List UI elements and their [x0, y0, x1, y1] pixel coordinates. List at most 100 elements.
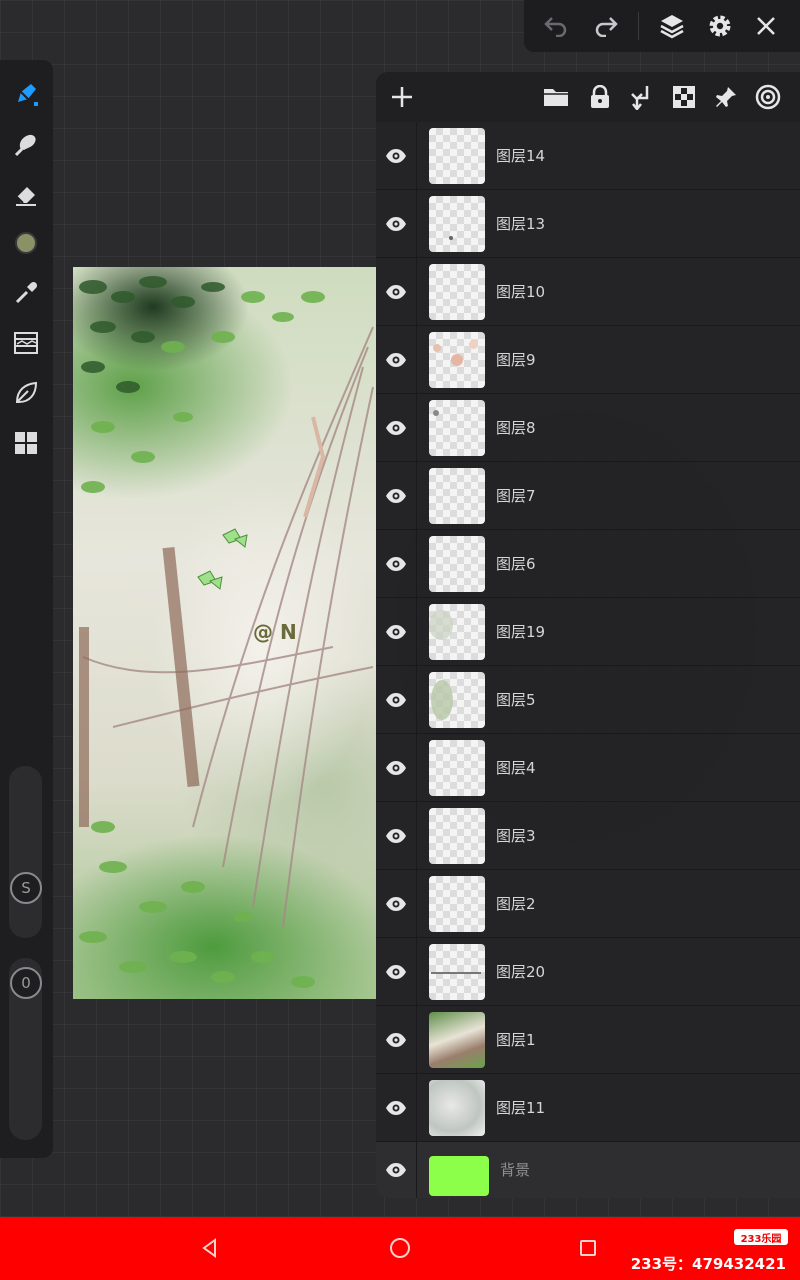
back-button[interactable] [197, 1235, 223, 1261]
gallery-tool[interactable] [6, 423, 46, 463]
background-layer-row[interactable]: 背景 [376, 1142, 800, 1198]
brand-logo: 233乐园 [734, 1229, 788, 1245]
merge-down-button[interactable] [624, 79, 660, 115]
smudge-tool[interactable] [6, 124, 46, 164]
background-color-swatch[interactable] [429, 1156, 489, 1196]
layer-thumbnail[interactable] [429, 808, 485, 864]
leaf-icon [15, 381, 38, 403]
layer-row[interactable]: 图层10 [376, 258, 800, 326]
layer-name: 图层8 [496, 419, 536, 437]
row-divider [416, 734, 417, 802]
merge-down-icon [631, 86, 649, 110]
visibility-toggle[interactable] [376, 802, 416, 870]
brush-size-slider[interactable] [9, 766, 42, 938]
layer-thumbnail[interactable] [429, 400, 485, 456]
layer-thumbnail[interactable] [429, 1012, 485, 1068]
visibility-toggle[interactable] [376, 1142, 416, 1198]
opacity-knob[interactable]: 0 [10, 967, 42, 999]
visibility-toggle[interactable] [376, 734, 416, 802]
eraser-tool[interactable] [6, 174, 46, 214]
visibility-toggle[interactable] [376, 190, 416, 258]
layer-row[interactable]: 图层2 [376, 870, 800, 938]
layer-thumbnail[interactable] [429, 672, 485, 728]
visibility-toggle[interactable] [376, 938, 416, 1006]
visibility-toggle[interactable] [376, 394, 416, 462]
back-icon [202, 1238, 216, 1258]
lock-layer-button[interactable] [582, 79, 618, 115]
folder-button[interactable] [538, 79, 574, 115]
eye-icon [386, 557, 406, 571]
layer-row[interactable]: 图层13 [376, 190, 800, 258]
leaf-tool[interactable] [6, 373, 46, 413]
layer-row[interactable]: 图层20 [376, 938, 800, 1006]
layer-thumbnail[interactable] [429, 604, 485, 660]
layer-thumbnail[interactable] [429, 468, 485, 524]
layer-thumbnail[interactable] [429, 1080, 485, 1136]
row-divider [416, 802, 417, 870]
layer-row[interactable]: 图层9 [376, 326, 800, 394]
layer-row[interactable]: 图层6 [376, 530, 800, 598]
add-layer-button[interactable] [384, 79, 420, 115]
pin-button[interactable] [708, 79, 744, 115]
eye-icon [386, 217, 406, 231]
visibility-toggle[interactable] [376, 870, 416, 938]
eye-icon [386, 625, 406, 639]
top-toolbar [524, 0, 800, 52]
layer-thumbnail[interactable] [429, 264, 485, 320]
layer-row[interactable]: 图层8 [376, 394, 800, 462]
visibility-toggle[interactable] [376, 598, 416, 666]
eyedropper-tool[interactable] [6, 273, 46, 313]
close-button[interactable] [746, 6, 786, 46]
recents-button[interactable] [575, 1235, 601, 1261]
color-picker-button[interactable] [6, 223, 46, 263]
row-divider [416, 1142, 417, 1198]
layer-thumbnail[interactable] [429, 944, 485, 1000]
layer-row[interactable]: 图层7 [376, 462, 800, 530]
visibility-toggle[interactable] [376, 462, 416, 530]
eraser-icon [16, 187, 36, 206]
brush-size-knob[interactable]: S [10, 872, 42, 904]
canvas-artwork[interactable]: @ N [73, 267, 376, 999]
adjust-tool[interactable] [6, 323, 46, 363]
layer-thumbnail[interactable] [429, 876, 485, 932]
visibility-toggle[interactable] [376, 326, 416, 394]
layer-row[interactable]: 图层3 [376, 802, 800, 870]
layer-thumbnail[interactable] [429, 196, 485, 252]
layer-row[interactable]: 图层1 [376, 1006, 800, 1074]
layer-name: 图层19 [496, 623, 546, 641]
layer-name: 图层20 [496, 963, 546, 981]
layer-thumbnail[interactable] [429, 332, 485, 388]
layer-row[interactable]: 图层14 [376, 122, 800, 190]
brush-tool[interactable] [6, 74, 46, 114]
artwork-watermark: @ N [253, 620, 297, 644]
visibility-toggle[interactable] [376, 666, 416, 734]
layer-name: 图层2 [496, 895, 536, 913]
reference-button[interactable] [750, 79, 786, 115]
pin-icon [716, 87, 736, 107]
smudge-icon [14, 134, 36, 157]
home-button[interactable] [387, 1235, 413, 1261]
eye-icon [386, 149, 406, 163]
visibility-toggle[interactable] [376, 530, 416, 598]
alpha-lock-button[interactable] [666, 79, 702, 115]
layer-thumbnail[interactable] [429, 536, 485, 592]
settings-button[interactable] [700, 6, 740, 46]
visibility-toggle[interactable] [376, 122, 416, 190]
row-divider [416, 1006, 417, 1074]
layer-thumbnail[interactable] [429, 740, 485, 796]
layer-row[interactable]: 图层11 [376, 1074, 800, 1142]
layer-thumbnail[interactable] [429, 128, 485, 184]
layer-name: 图层3 [496, 827, 536, 845]
undo-button[interactable] [536, 6, 576, 46]
layer-row[interactable]: 图层5 [376, 666, 800, 734]
visibility-toggle[interactable] [376, 1006, 416, 1074]
visibility-toggle[interactable] [376, 258, 416, 326]
layer-row[interactable]: 图层4 [376, 734, 800, 802]
gallery-icon [15, 432, 37, 454]
eye-icon [386, 1101, 406, 1115]
layer-row[interactable]: 图层19 [376, 598, 800, 666]
visibility-toggle[interactable] [376, 1074, 416, 1142]
layer-name: 图层6 [496, 555, 536, 573]
layers-button[interactable] [652, 6, 692, 46]
redo-button[interactable] [586, 6, 626, 46]
